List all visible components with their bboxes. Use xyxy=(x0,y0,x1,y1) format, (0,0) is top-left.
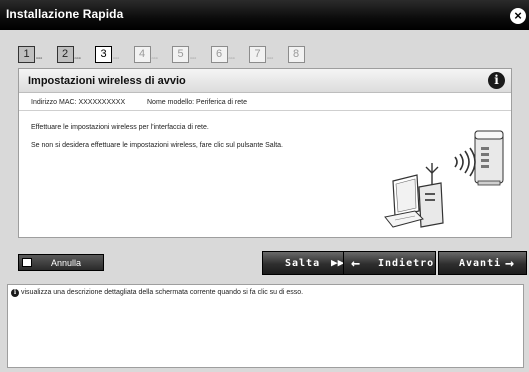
back-button[interactable]: ← Indietro xyxy=(343,251,436,275)
step-number: 5 xyxy=(172,46,189,63)
cancel-button[interactable]: Annulla xyxy=(18,254,104,271)
next-button[interactable]: Avanti → xyxy=(438,251,527,275)
next-label: Avanti xyxy=(459,258,502,269)
step-connector: ▫▫▫ xyxy=(74,56,81,62)
wireless-signal-icon xyxy=(454,147,476,177)
step-number: 3 xyxy=(95,46,112,63)
panel-header: Impostazioni wireless di avvio i xyxy=(19,69,511,93)
mac-address: Indirizzo MAC: XXXXXXXXXX xyxy=(31,99,126,106)
router-icon xyxy=(474,130,504,186)
arrow-left-icon: ← xyxy=(351,254,361,272)
step-connector: ▫▫▫ xyxy=(36,56,43,62)
skip-button[interactable]: Salta ▶▶| xyxy=(262,251,354,275)
description-text: Effettuare le impostazioni wireless per … xyxy=(31,124,209,131)
info-icon: i xyxy=(11,289,19,297)
close-icon[interactable]: × xyxy=(510,8,526,24)
skip-hint-text: Se non si desidera effettuare le imposta… xyxy=(31,142,284,149)
step-connector: ▫▫▫ xyxy=(267,56,274,62)
step-indicator: 1 ▫▫▫ 2 ▫▫▫ 3 ▫▫▫ 4 ▫▫▫ 5 ▫▫▫ 6 ▫▫▫ 7 ▫▫▫ 8 xyxy=(0,30,529,70)
step-number: 8 xyxy=(287,46,305,63)
checkbox-icon xyxy=(22,258,32,267)
title-bar: Installazione Rapida × xyxy=(0,0,529,30)
skip-label: Salta xyxy=(285,258,321,269)
step-number: 6 xyxy=(210,46,228,63)
step-connector: ▫▫▫ xyxy=(113,56,120,62)
wireless-setup-illustration xyxy=(384,130,504,228)
window-title: Installazione Rapida xyxy=(6,7,124,21)
step-number: 2 xyxy=(56,46,74,63)
step-connector: ▫▫▫ xyxy=(151,56,158,62)
step-number: 7 xyxy=(249,46,266,63)
step-number: 4 xyxy=(133,46,151,63)
action-bar: Annulla Salta ▶▶| ← Indietro Avanti → xyxy=(0,246,529,280)
setup-window: Installazione Rapida × 1 ▫▫▫ 2 ▫▫▫ 3 ▫▫▫ 4 ▫▫▫ 5… xyxy=(0,0,529,372)
cancel-label: Annulla xyxy=(51,258,82,268)
step-connector: ▫▫▫ xyxy=(228,56,235,62)
step-number: 1 xyxy=(18,46,35,63)
step-connector: ▫▫▫ xyxy=(190,56,197,62)
page-title: Impostazioni wireless di avvio xyxy=(28,75,186,87)
info-icon[interactable]: i xyxy=(488,72,505,89)
content-panel: Impostazioni wireless di avvio i Indiriz… xyxy=(18,68,512,238)
device-info-row: Indirizzo MAC: XXXXXXXXXX Nome modello: … xyxy=(19,93,511,111)
model-name: Nome modello: Periferica di rete xyxy=(147,99,247,106)
help-box: i visualizza una descrizione dettagliata… xyxy=(7,284,524,368)
help-text: visualizza una descrizione dettagliata d… xyxy=(21,289,304,296)
computer-icon xyxy=(384,174,444,228)
back-label: Indietro xyxy=(378,258,435,269)
arrow-right-icon: → xyxy=(505,254,515,272)
